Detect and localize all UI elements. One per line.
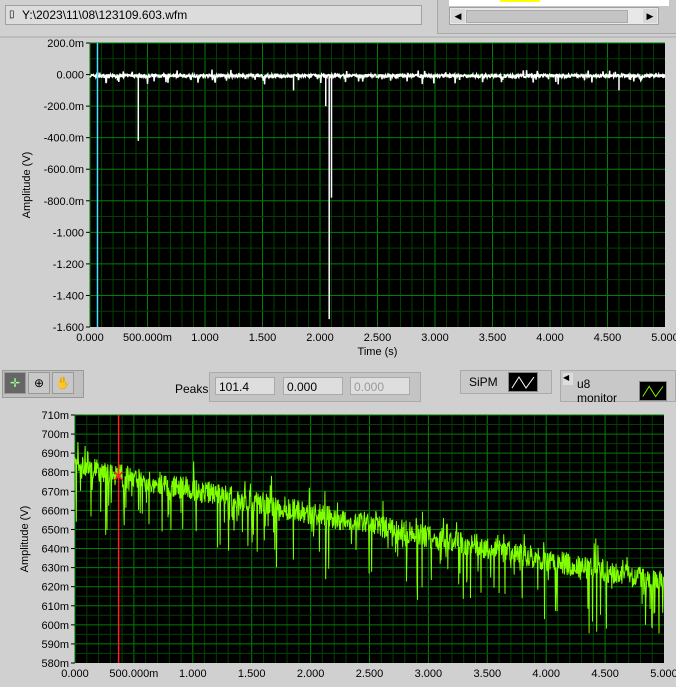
zoom-tool-icon[interactable]: ⊕ (28, 372, 50, 394)
x-tick-label: 4.500 (591, 668, 619, 680)
waveform-graph-top[interactable]: 0.000 500.000m 1.000 1.500 2.000 2.500 3.000 3.… (0, 38, 676, 368)
legend-sipm[interactable]: SiPM (460, 370, 552, 394)
y-tick-label: -1.600 (53, 322, 84, 334)
y-tick-label: 200.0m (47, 38, 84, 50)
table-highlight-cell (500, 0, 540, 2)
y-tick-label: 660m (41, 505, 69, 517)
y-tick-label: 700m (41, 429, 69, 441)
cursor-tool-icon[interactable]: ✛ (4, 372, 26, 394)
legend-scroll-left-icon[interactable]: ◀ (563, 373, 573, 385)
y-tick-label: -200.0m (44, 101, 84, 113)
file-path-text: Y:\2023\11\08\123109.603.wfm (22, 8, 188, 22)
y-tick-label: 0.000 (56, 70, 84, 82)
x-tick-label: 3.000 (421, 332, 449, 344)
scroll-thumb[interactable] (466, 10, 628, 23)
y-tick-label: -1.200 (53, 259, 84, 271)
y-tick-label: 680m (41, 467, 69, 479)
x-tick-label: 5.000 (650, 668, 676, 680)
x-tick-label: 2.500 (356, 668, 384, 680)
y-tick-label: 580m (41, 658, 69, 670)
y-tick-label: -1.400 (53, 290, 84, 302)
y-tick-label: -1.000 (53, 227, 84, 239)
y-tick-label: 710m (41, 410, 69, 422)
x-tick-label: 1.500 (249, 332, 277, 344)
legend-u8[interactable]: ◀ u8 monitor (560, 370, 676, 405)
y-axis-label: Amplitude (V) (21, 152, 33, 219)
x-tick-label: 2.000 (297, 668, 325, 680)
x-tick-label: 1.000 (191, 332, 219, 344)
x-tick-label: 3.000 (415, 668, 443, 680)
y-tick-label: 690m (41, 448, 69, 460)
y-tick-label: -600.0m (44, 164, 84, 176)
y-axis-label: Amplitude (V) (19, 506, 31, 573)
x-tick-label: 4.500 (594, 332, 622, 344)
x-tick-label: 2.000 (306, 332, 334, 344)
graph-palette: ✛ ⊕ ✋ (2, 370, 84, 398)
y-tick-label: 650m (41, 524, 69, 536)
x-tick-label: 500.000m (109, 668, 158, 680)
peaks-value-1[interactable]: 0.000 (283, 377, 343, 395)
y-tick-label: 670m (41, 486, 69, 498)
x-tick-label: 4.000 (536, 332, 564, 344)
white-trace-swatch-icon (507, 372, 538, 392)
horizontal-scrollbar[interactable]: ◀ ▶ (449, 7, 659, 25)
peaks-value-0[interactable]: 101.4 (215, 377, 275, 395)
y-tick-label: 610m (41, 601, 69, 613)
y-tick-label: -800.0m (44, 196, 84, 208)
y-tick-label: 600m (41, 620, 69, 632)
legend-sipm-label: SiPM (469, 375, 498, 389)
green-trace-swatch-icon (639, 381, 667, 401)
legend-u8-label: u8 monitor (577, 377, 618, 405)
scroll-right-icon[interactable]: ▶ (643, 9, 657, 23)
x-tick-label: 5.000 (651, 332, 676, 344)
file-path-field[interactable]: ▯ Y:\2023\11\08\123109.603.wfm (5, 5, 422, 25)
scroll-left-icon[interactable]: ◀ (451, 9, 465, 23)
peaks-value-2[interactable]: 0.000 (350, 377, 410, 395)
x-axis-label: Time (s) (358, 346, 398, 358)
data-table[interactable] (449, 0, 669, 6)
y-tick-label: 640m (41, 544, 69, 556)
x-tick-label: 500.000m (123, 332, 172, 344)
x-tick-label: 3.500 (474, 668, 502, 680)
y-tick-label: -400.0m (44, 133, 84, 145)
waveform-graph-bottom[interactable]: 0.000 500.000m 1.000 1.500 2.000 2.500 3.000 3.… (0, 402, 676, 687)
x-tick-label: 1.500 (238, 668, 266, 680)
y-tick-label: 590m (41, 639, 69, 651)
pan-hand-icon[interactable]: ✋ (52, 372, 74, 394)
x-tick-label: 3.500 (479, 332, 507, 344)
peaks-label: Peaks (175, 382, 209, 396)
path-icon: ▯ (9, 9, 15, 20)
y-tick-label: 620m (41, 582, 69, 594)
x-tick-label: 4.000 (532, 668, 560, 680)
x-tick-label: 2.500 (364, 332, 392, 344)
y-tick-label: 630m (41, 563, 69, 575)
x-tick-label: 1.000 (179, 668, 207, 680)
